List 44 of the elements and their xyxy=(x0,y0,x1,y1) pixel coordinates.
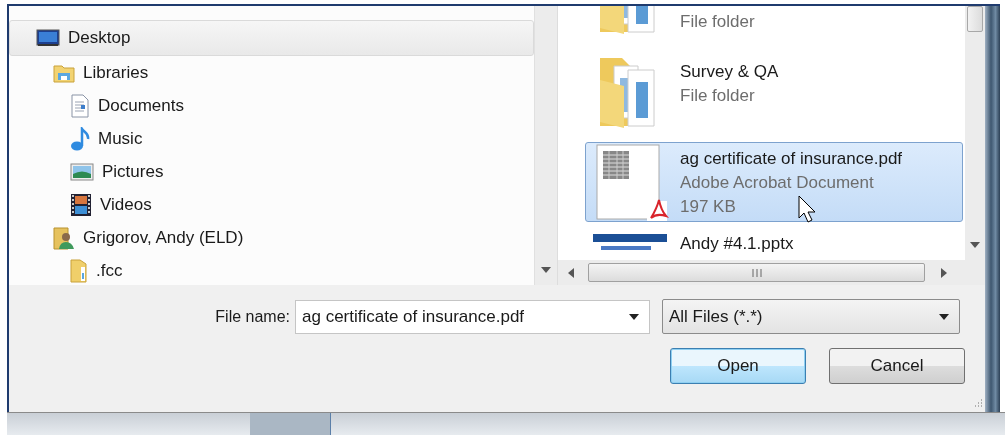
file-type: File folder xyxy=(680,11,755,33)
mouse-pointer-icon xyxy=(798,195,818,223)
scroll-thumb[interactable] xyxy=(588,263,925,282)
file-name: Andy #4.1.pptx xyxy=(680,233,794,255)
grip-icon xyxy=(751,268,762,277)
file-item[interactable]: Andy #4.1.pptx xyxy=(585,227,963,260)
file-type-dropdown[interactable]: All Files (*.*) xyxy=(662,299,960,334)
scrollbar[interactable] xyxy=(965,6,985,260)
document-icon xyxy=(70,93,90,118)
music-note-icon xyxy=(70,126,90,151)
dropdown-icon[interactable] xyxy=(939,313,949,320)
tree-item[interactable]: Desktop xyxy=(9,20,534,56)
file-name: Survey & QA xyxy=(680,61,779,83)
picture-icon xyxy=(70,161,94,182)
file-type: Adobe Acrobat Document xyxy=(680,172,874,194)
user-folder-icon xyxy=(53,225,75,250)
scroll-down-icon[interactable] xyxy=(541,267,551,273)
tree-item[interactable]: Videos xyxy=(43,188,534,221)
file-size: 197 KB xyxy=(680,196,736,218)
scroll-right-icon[interactable] xyxy=(941,267,947,278)
tree-item[interactable]: Music xyxy=(43,122,534,155)
file-type: File folder xyxy=(680,85,755,107)
scrollbar[interactable] xyxy=(534,6,557,285)
file-name-field[interactable]: ag certificate of insurance.pdf xyxy=(295,299,650,334)
file-item[interactable]: File folder xyxy=(585,6,963,41)
tree-item[interactable]: Libraries xyxy=(26,56,534,89)
file-name: ag certificate of insurance.pdf xyxy=(680,148,903,170)
dialog-button[interactable]: Cancel xyxy=(829,348,965,384)
tree-item[interactable]: .fcc xyxy=(43,254,534,285)
desktop-icon xyxy=(36,28,60,48)
scroll-down-icon[interactable] xyxy=(970,242,980,248)
tree-item[interactable]: Pictures xyxy=(43,155,534,188)
scroll-thumb[interactable] xyxy=(967,6,983,32)
library-icon xyxy=(53,62,75,83)
tree-item[interactable]: Grigorov, Andy (ELD) xyxy=(26,221,534,254)
scroll-left-icon[interactable] xyxy=(568,267,574,278)
film-icon xyxy=(70,192,92,217)
dropdown-icon[interactable] xyxy=(629,313,639,320)
resize-grip-icon[interactable] xyxy=(973,398,983,408)
file-item[interactable]: Survey & QA File folder xyxy=(585,55,963,135)
dialog-button[interactable]: Open xyxy=(670,348,806,384)
file-item[interactable]: ag certificate of insurance.pdf Adobe Acrobat Document 197 KB xyxy=(585,142,963,222)
file-name-label: File name: xyxy=(214,307,290,326)
tree-item[interactable]: Documents xyxy=(43,89,534,122)
